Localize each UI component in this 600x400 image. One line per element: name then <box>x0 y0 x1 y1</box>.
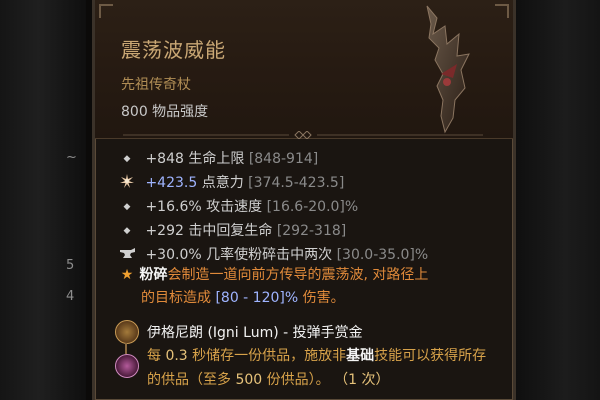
edge-text-fragment: 5 <box>66 258 75 273</box>
background-right-panel <box>512 0 600 400</box>
chain-icon <box>125 343 127 354</box>
diamond-bullet-icon: ◆ <box>123 226 131 236</box>
rune-gem-icon <box>115 320 139 344</box>
legendary-power: ★ 粉碎会制造一道向前方传导的震荡波, 对路径上 的目标造成 [80 - 120… <box>119 264 489 310</box>
edge-text-fragment: 4 <box>66 289 75 304</box>
anvil-icon <box>119 248 135 264</box>
stat-row-willpower: +423.5 点意力 [374.5-423.5] <box>119 172 344 192</box>
staff-weapon-icon <box>426 5 470 134</box>
background-left-panel <box>0 0 86 400</box>
rune-gem-icon <box>115 354 139 378</box>
tooltip-header: 震荡波威能 先祖传奇杖 800 物品强度 <box>95 0 513 139</box>
item-name: 震荡波威能 <box>121 38 226 62</box>
stat-row-life-on-hit: ◆ +292 击中回复生命 [292-318] <box>119 220 347 240</box>
stat-row-life: ◆ +848 生命上限 [848-914] <box>119 148 319 168</box>
diamond-bullet-icon: ◆ <box>123 154 131 164</box>
aspect-description: 每 0.3 秒储存一份供品，施放非基础技能可以获得所存的供品（至多 500 份供… <box>147 348 487 388</box>
stat-row-pulverize-double: +30.0% 几率使粉碎击中两次 [30.0-35.0]% <box>119 244 428 264</box>
item-tooltip: 震荡波威能 先祖传奇杖 800 物品强度 ◆ +848 生命上限 [848-91… <box>92 0 516 400</box>
burst-icon <box>119 174 135 192</box>
star-icon: ★ <box>120 267 134 283</box>
aspect-title: 伊格尼朗 (Igni Lum) - 投弹手赏金 <box>147 325 363 341</box>
frame-corner <box>99 4 113 18</box>
item-type: 先祖传奇杖 <box>121 77 191 93</box>
stat-row-attack-speed: ◆ +16.6% 攻击速度 [16.6-20.0]% <box>119 196 359 216</box>
header-divider <box>123 131 483 139</box>
frame-corner <box>495 4 509 18</box>
item-power: 800 物品强度 <box>121 104 209 120</box>
edge-text-fragment: ~ <box>66 150 77 165</box>
diamond-bullet-icon: ◆ <box>123 202 131 212</box>
